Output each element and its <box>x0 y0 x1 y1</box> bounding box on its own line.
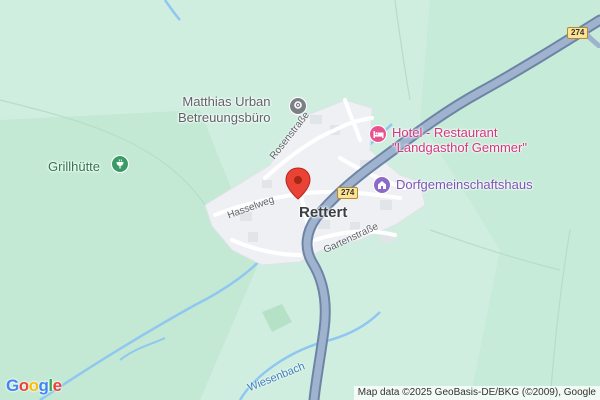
poi-betreuungsbuero-line2: Betreuungsbüro <box>178 110 271 125</box>
poi-betreuungsbuero-line1: Matthias Urban <box>182 94 271 109</box>
poi-betreuungsbuero-label[interactable]: Matthias Urban Betreuungsbüro <box>178 94 271 126</box>
route-shield-274-east: 274 <box>567 27 589 39</box>
poi-hotel-line2: "Landgasthof Gemmer" <box>392 140 527 155</box>
google-letter-o1: o <box>18 376 29 395</box>
google-letter-o2: o <box>28 376 39 395</box>
map-base-layer <box>0 0 600 400</box>
town-label-rettert[interactable]: Rettert <box>299 204 347 221</box>
google-letter-g2: g <box>38 376 49 395</box>
google-letter-g: G <box>6 376 19 395</box>
google-logo[interactable]: Google <box>6 376 62 396</box>
bbq-icon[interactable] <box>111 155 129 173</box>
poi-hotel-line1: Hotel - Restaurant <box>392 125 498 140</box>
route-shield-274-center: 274 <box>337 187 359 199</box>
google-letter-e: e <box>52 376 62 395</box>
poi-dorfgemeinschaftshaus-label[interactable]: Dorfgemeinschaftshaus <box>396 177 533 192</box>
community-hall-icon[interactable] <box>373 176 391 194</box>
map-attribution[interactable]: Map data ©2025 GeoBasis-DE/BKG (©2009), … <box>353 386 600 400</box>
bed-icon[interactable] <box>369 125 387 143</box>
poi-hotel-label[interactable]: Hotel - Restaurant "Landgasthof Gemmer" <box>392 125 527 155</box>
map-canvas[interactable]: 274 274 Matthias Urban Betreuungsbüro Ho… <box>0 0 600 400</box>
poi-grillhuette-label[interactable]: Grillhütte <box>48 159 100 174</box>
